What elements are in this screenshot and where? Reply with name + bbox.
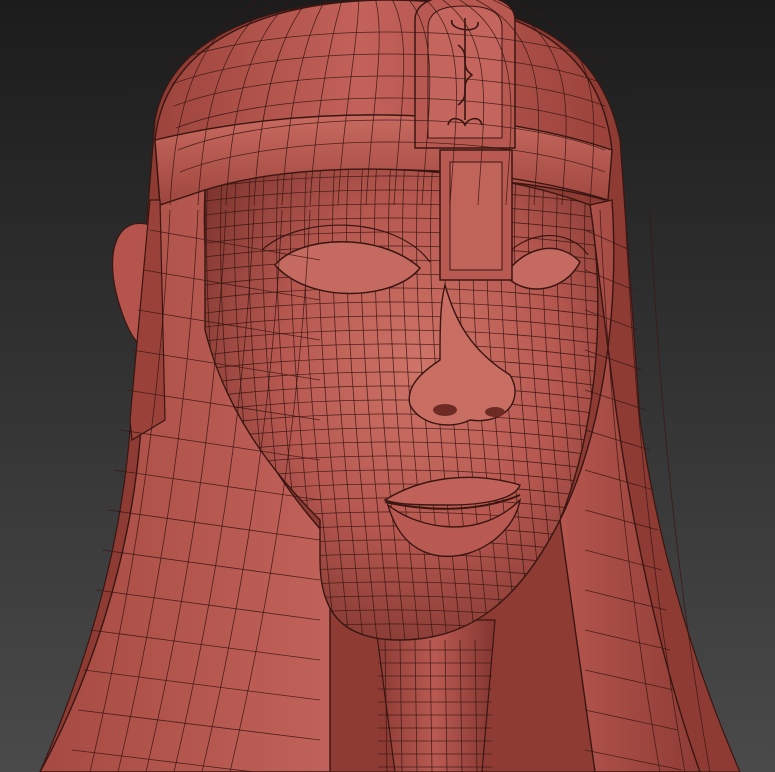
nostril-left xyxy=(433,404,457,416)
wireframe-render xyxy=(0,0,775,772)
nose-guard-inset xyxy=(449,161,503,271)
3d-viewport xyxy=(0,0,775,772)
nostril-right xyxy=(485,407,505,417)
